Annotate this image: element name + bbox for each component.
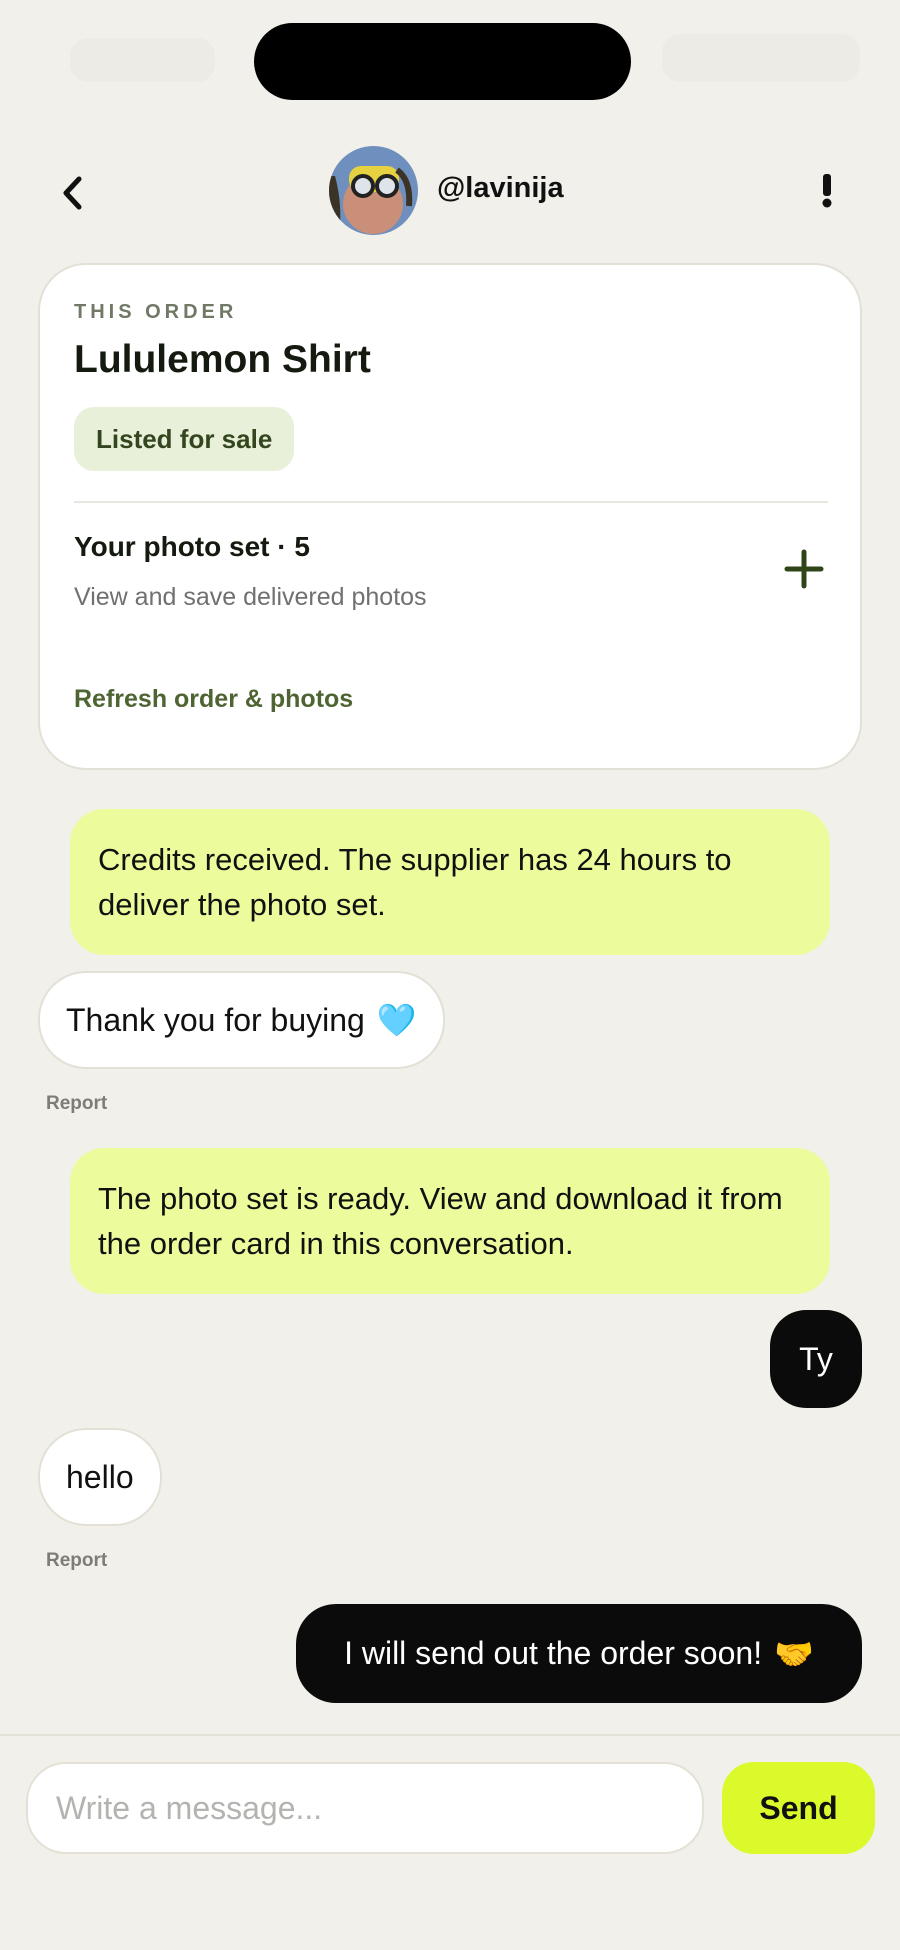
system-message: Credits received. The supplier has 24 ho… <box>70 809 830 955</box>
message-text: Thank you for buying <box>66 1001 365 1038</box>
order-status-badge: Listed for sale <box>74 407 295 471</box>
order-eyebrow: THIS ORDER <box>74 301 238 323</box>
outgoing-message: Ty <box>770 1310 862 1408</box>
message-text: I will send out the order soon! <box>344 1635 763 1671</box>
handshake-icon: 🤝 <box>774 1634 814 1673</box>
avatar[interactable] <box>329 146 418 235</box>
report-link[interactable]: Report <box>46 1550 107 1572</box>
dynamic-island <box>254 23 631 100</box>
blue-heart-icon: 🩵 <box>376 1001 417 1039</box>
plus-icon <box>784 549 824 589</box>
photoset-subtitle: View and save delivered photos <box>74 583 427 611</box>
exclamation-icon <box>822 174 832 208</box>
chat-screen: @lavinija THIS ORDER Lululemon Shirt Lis… <box>0 0 900 1950</box>
incoming-message: Thank you for buying 🩵 <box>38 971 445 1069</box>
avatar-image <box>329 146 418 235</box>
status-bar-left <box>70 38 215 82</box>
composer-divider <box>0 1734 900 1736</box>
incoming-message: hello <box>38 1428 162 1526</box>
refresh-order-link[interactable]: Refresh order & photos <box>74 685 353 714</box>
send-button[interactable]: Send <box>722 1762 875 1854</box>
order-title: Lululemon Shirt <box>74 338 371 381</box>
outgoing-message: I will send out the order soon! 🤝 <box>296 1604 862 1703</box>
photoset-title[interactable]: Your photo set · 5 <box>74 531 310 563</box>
order-card: THIS ORDER Lululemon Shirt Listed for sa… <box>38 263 862 770</box>
message-input[interactable] <box>26 1762 704 1854</box>
message-text: Ty <box>799 1340 833 1377</box>
system-message: The photo set is ready. View and downloa… <box>70 1148 830 1294</box>
back-button[interactable] <box>52 170 92 216</box>
username[interactable]: @lavinija <box>437 172 564 205</box>
status-bar-right <box>662 34 860 82</box>
message-text: hello <box>66 1458 134 1495</box>
chevron-left-icon <box>63 176 82 210</box>
photoset-expand-button[interactable] <box>780 545 828 593</box>
report-link[interactable]: Report <box>46 1093 107 1115</box>
order-divider <box>74 501 828 503</box>
more-options-button[interactable] <box>812 168 842 214</box>
